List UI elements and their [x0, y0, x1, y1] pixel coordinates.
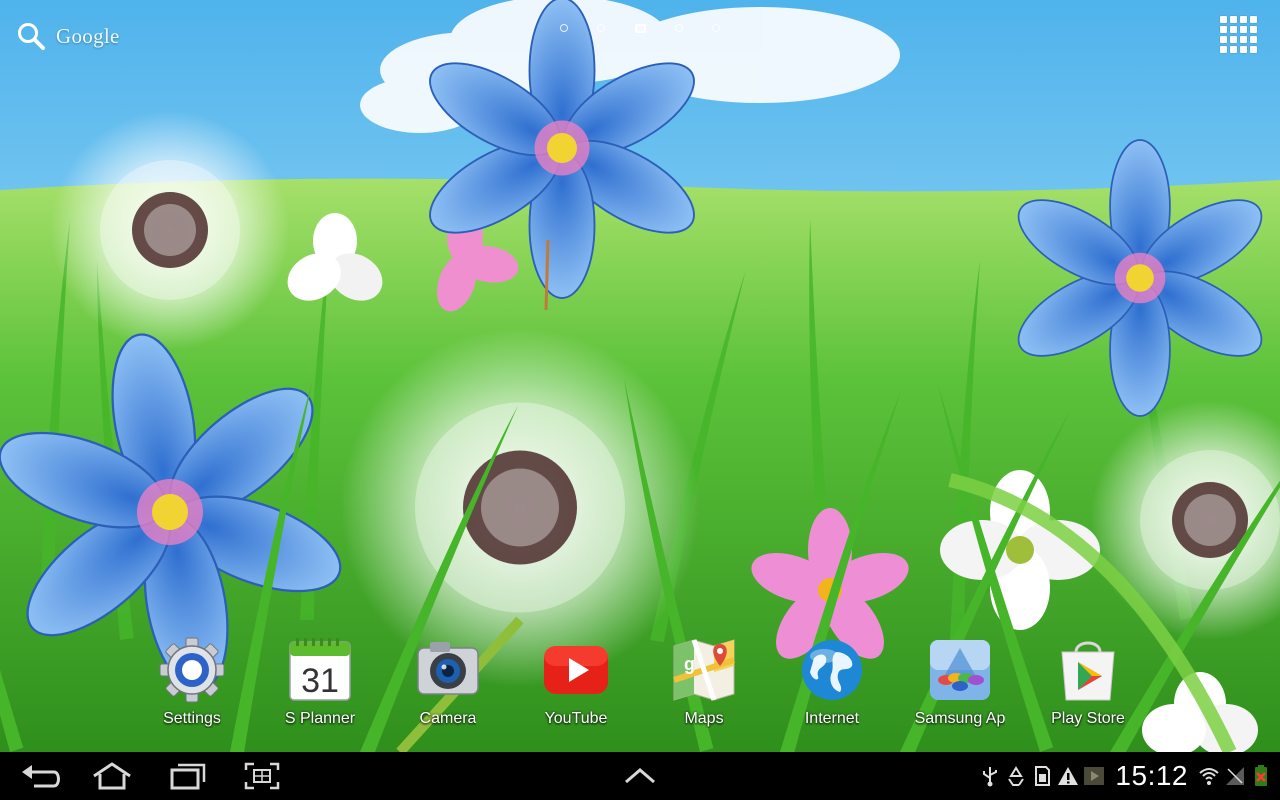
- maps-icon: g: [673, 639, 735, 701]
- page-indicator-dot[interactable]: [712, 24, 720, 32]
- app-label: Camera: [419, 710, 477, 727]
- page-indicator-dot[interactable]: [560, 24, 568, 32]
- usb-icon: [983, 767, 998, 787]
- app-internet[interactable]: Internet: [777, 636, 887, 728]
- media-icon: [1084, 767, 1105, 785]
- signal-icon: [1226, 767, 1244, 785]
- app-label: Internet: [804, 710, 860, 727]
- google-search-bar[interactable]: Google: [16, 20, 120, 52]
- screen-capture-icon[interactable]: [240, 760, 284, 792]
- system-navigation-bar: 15:12: [0, 752, 1280, 800]
- youtube-icon: [544, 646, 608, 694]
- status-clock: 15:12: [1115, 760, 1188, 791]
- app-samsung-apps[interactable]: Samsung Ap: [905, 636, 1015, 728]
- calendar-day-number: 31: [301, 662, 339, 700]
- battery-icon: [1255, 765, 1267, 786]
- app-label: Play Store: [1051, 710, 1125, 727]
- home-icon[interactable]: [90, 760, 134, 792]
- wifi-icon: [1199, 768, 1219, 785]
- app-label: Maps: [684, 710, 724, 727]
- globe-icon: [802, 640, 862, 700]
- camera-icon: [417, 642, 479, 695]
- apps-grid-icon[interactable]: [1220, 16, 1258, 54]
- sd-card-icon: [1035, 766, 1051, 786]
- warning-icon: [1058, 767, 1079, 785]
- samsung-apps-icon: [930, 640, 990, 700]
- play-store-icon: [1061, 641, 1115, 701]
- home-shortcuts: Settings 31 S Planner Camera YouTube g M…: [0, 636, 1280, 740]
- recycle-icon: [1008, 766, 1025, 786]
- app-label: Settings: [163, 710, 221, 727]
- page-indicator-dot[interactable]: [674, 24, 683, 32]
- calendar-icon: 31: [289, 638, 351, 701]
- recent-apps-icon[interactable]: [164, 760, 208, 792]
- google-search-label: Google: [56, 23, 120, 48]
- app-settings[interactable]: Settings: [137, 636, 247, 728]
- app-label: S Planner: [284, 710, 356, 727]
- app-label: YouTube: [544, 710, 608, 727]
- search-icon: [18, 23, 45, 50]
- app-camera[interactable]: Camera: [393, 636, 503, 728]
- chevron-up-icon[interactable]: [620, 762, 660, 790]
- app-youtube[interactable]: YouTube: [521, 636, 631, 728]
- app-label: Samsung Ap: [914, 710, 1006, 727]
- svg-text:g: g: [684, 654, 695, 674]
- page-indicator-dot[interactable]: [597, 24, 606, 32]
- app-play-store[interactable]: Play Store: [1033, 636, 1143, 728]
- settings-gear-icon: [159, 637, 225, 703]
- status-area[interactable]: 15:12: [979, 752, 1272, 800]
- app-s-planner[interactable]: 31 S Planner: [265, 636, 375, 728]
- app-maps[interactable]: g Maps: [649, 636, 759, 728]
- home-page-indicator: [560, 22, 720, 34]
- page-indicator-dot-active[interactable]: [634, 23, 646, 33]
- back-icon[interactable]: [18, 760, 62, 792]
